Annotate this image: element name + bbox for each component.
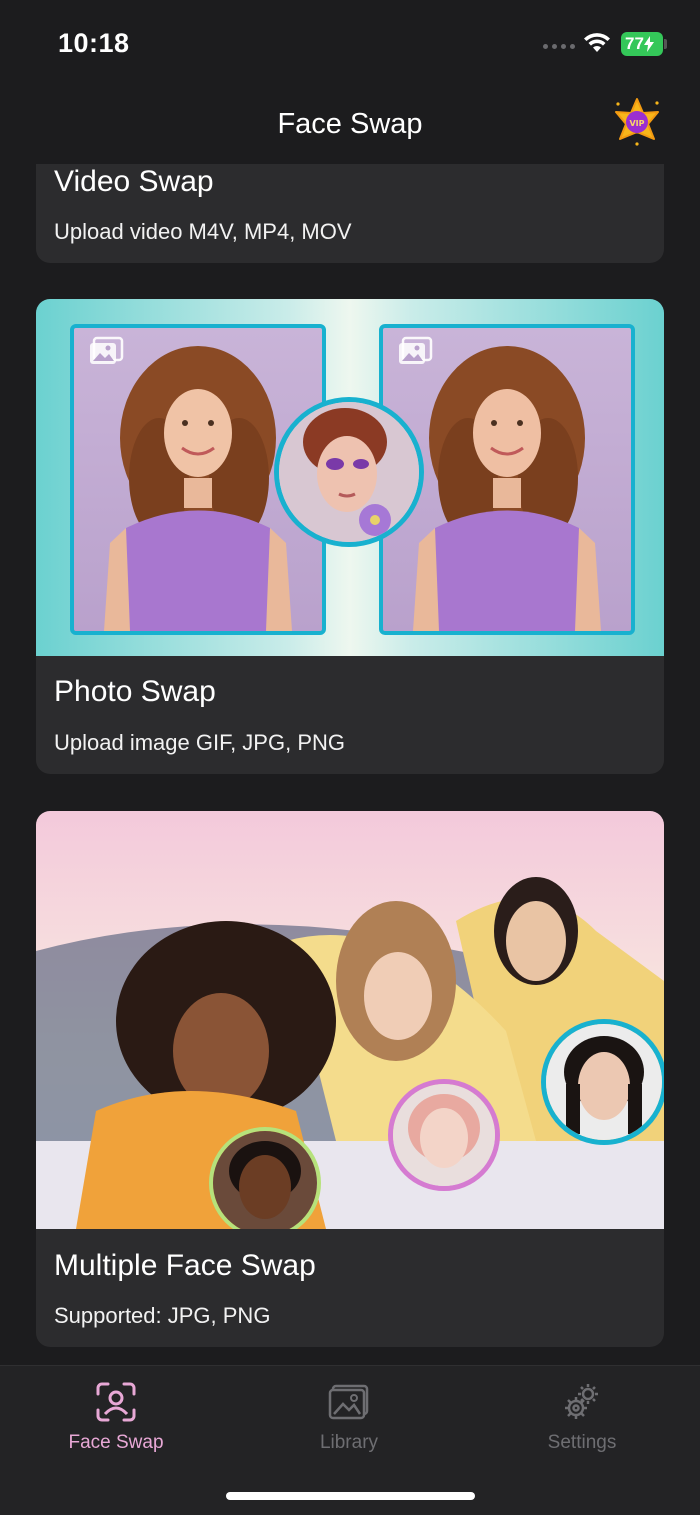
multiple-face-swap-banner	[36, 811, 664, 1229]
tab-face-swap[interactable]: Face Swap	[16, 1380, 216, 1454]
face-thumbnail	[388, 1079, 500, 1191]
status-time: 10:18	[58, 28, 130, 58]
video-swap-subtitle: Upload video M4V, MP4, MOV	[54, 219, 352, 244]
multiple-face-swap-card[interactable]: Multiple Face Swap Supported: JPG, PNG	[36, 811, 664, 1347]
gear-icon	[565, 1384, 598, 1419]
vip-badge-icon[interactable]: VIP	[610, 96, 664, 150]
battery-indicator: 77	[621, 32, 663, 56]
photo-swap-title: Photo Swap	[54, 675, 216, 708]
face-thumbnail	[541, 1019, 664, 1145]
tab-library[interactable]: Library	[249, 1380, 449, 1454]
face-thumbnail	[209, 1127, 321, 1229]
target-face-image	[279, 402, 419, 542]
tab-settings[interactable]: Settings	[482, 1380, 682, 1454]
multiple-face-swap-title: Multiple Face Swap	[54, 1249, 316, 1282]
cellular-signal-icon	[543, 44, 575, 49]
multiple-face-swap-subtitle: Supported: JPG, PNG	[54, 1303, 271, 1328]
tab-library-label: Library	[319, 1432, 379, 1453]
status-bar: 10:18 77	[0, 0, 700, 88]
tab-settings-label: Settings	[547, 1432, 617, 1453]
group-photo-image	[36, 877, 664, 1229]
photo-swap-card[interactable]: Photo Swap Upload image GIF, JPG, PNG	[36, 299, 664, 774]
swap-face-circle	[274, 397, 424, 547]
tab-face-swap-label: Face Swap	[68, 1432, 164, 1453]
wifi-icon	[584, 33, 610, 52]
gallery-icon	[328, 1384, 369, 1420]
gallery-icon	[90, 336, 124, 364]
home-indicator	[226, 1492, 475, 1500]
gallery-icon	[399, 336, 433, 364]
page-title-overlay: Face Swap	[277, 108, 423, 140]
vip-badge-label: VIP	[629, 119, 644, 128]
photo-swap-banner	[36, 299, 664, 656]
charging-bolt-icon	[643, 36, 654, 52]
battery-level: 77	[625, 34, 644, 53]
video-swap-title: Video Swap	[54, 165, 214, 198]
photo-swap-subtitle: Upload image GIF, JPG, PNG	[54, 730, 345, 755]
battery-tip	[664, 39, 667, 49]
face-scan-icon	[96, 1382, 136, 1422]
